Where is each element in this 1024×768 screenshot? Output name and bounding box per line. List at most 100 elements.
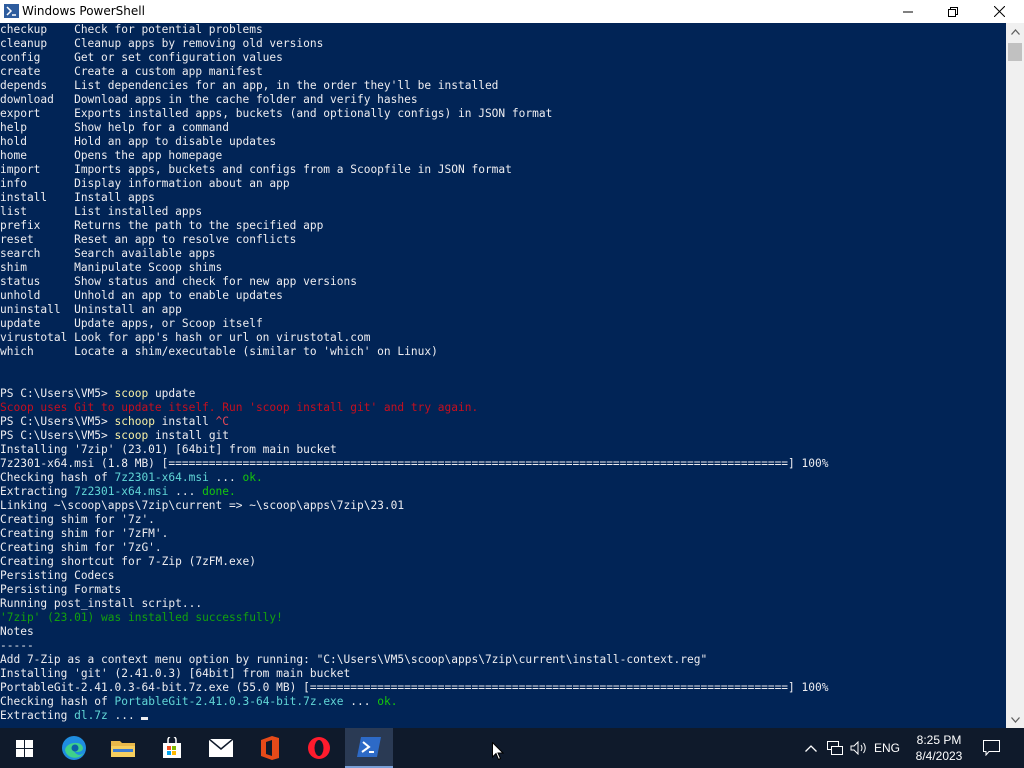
console-text-segment: Persisting Formats (0, 583, 122, 596)
vertical-scrollbar[interactable] (1006, 23, 1024, 728)
console-text-segment: download Download apps in the cache fold… (0, 93, 418, 106)
console-text-segment: Extracting (0, 709, 75, 722)
mail-icon[interactable] (197, 728, 245, 768)
console-line: info Display information about an app (0, 177, 290, 191)
console-line: shim Manipulate Scoop shims (0, 261, 222, 275)
console-text-segment: Linking ~\scoop\apps\7zip\current => ~\s… (0, 499, 405, 512)
console-line: status Show status and check for new app… (0, 275, 357, 289)
window-title: Windows PowerShell (22, 4, 145, 18)
clock[interactable]: 8:25 PM 8/4/2023 (902, 732, 976, 764)
console-text-segment: depends List dependencies for an app, in… (0, 79, 499, 92)
console-line: Scoop uses Git to update itself. Run 'sc… (0, 401, 478, 415)
console-text-segment: Creating shim for '7zG'. (0, 541, 162, 554)
maximize-button[interactable] (930, 0, 976, 23)
console-output[interactable]: checkup Check for potential problems clea… (0, 23, 1006, 728)
console-text-segment: Add 7-Zip as a context menu option by ru… (0, 653, 708, 666)
powershell-icon (357, 737, 381, 757)
console-line: virustotal Look for app's hash or url on… (0, 331, 370, 345)
speaker-icon (850, 741, 866, 755)
console-text-segment: Checking hash of (0, 471, 115, 484)
title-bar[interactable]: Windows PowerShell (0, 0, 1024, 24)
opera-browser-icon (308, 737, 330, 759)
console-text-segment: install Install apps (0, 191, 155, 204)
console-line: Installing 'git' (2.41.0.3) [64bit] from… (0, 667, 350, 681)
console-line: export Exports installed apps, buckets (… (0, 107, 552, 121)
input-language-indicator[interactable]: ENG (872, 728, 902, 768)
console-text-segment: export Exports installed apps, buckets (… (0, 107, 553, 120)
console-line: Installing '7zip' (23.01) [64bit] from m… (0, 443, 337, 457)
console-text-segment: ... (107, 709, 142, 722)
console-line: Creating shim for '7zFM'. (0, 527, 168, 541)
text-cursor (141, 717, 149, 720)
close-icon (993, 6, 1005, 17)
console-text-segment: '7zip' (23.01) was installed successfull… (0, 611, 283, 624)
console-line: download Download apps in the cache fold… (0, 93, 418, 107)
console-line: PortableGit-2.41.0.3-64-bit.7z.exe (55.0… (0, 681, 828, 695)
scrollbar-thumb[interactable] (1008, 43, 1022, 61)
console-text-segment: 7z2301-x64.msi (114, 471, 209, 484)
console-line: help Show help for a command (0, 121, 229, 135)
console-text-segment: PS C:\Users\VM5> (0, 429, 115, 442)
edge-icon[interactable] (50, 728, 98, 768)
console-text-segment: Creating shim for '7zFM'. (0, 527, 169, 540)
file-explorer-icon[interactable] (99, 728, 147, 768)
console-text-segment: Scoop uses Git to update itself. Run 'sc… (0, 401, 479, 414)
folder-icon (111, 741, 135, 757)
console-text-segment: Extracting (0, 485, 75, 498)
console-text-segment: ... (208, 471, 243, 484)
network-icon[interactable] (824, 728, 846, 768)
console-line: Add 7-Zip as a context menu option by ru… (0, 653, 707, 667)
console-line: ----- (0, 639, 34, 653)
store-icon[interactable] (148, 728, 196, 768)
taskbar: ENG 8:25 PM 8/4/2023 (0, 728, 1024, 768)
console-text-segment: 7z2301-x64.msi (74, 485, 169, 498)
console-text-segment: reset Reset an app to resolve conflicts (0, 233, 297, 246)
console-text-segment: info Display information about an app (0, 177, 290, 190)
console-text-segment: search Search available apps (0, 247, 216, 260)
console-text-segment: list List installed apps (0, 205, 203, 218)
show-hidden-icons-button[interactable] (802, 728, 820, 768)
console-text-segment: ... (343, 695, 378, 708)
console-text-segment: Creating shim for '7z'. (0, 513, 155, 526)
console-text-segment: PS C:\Users\VM5> (0, 415, 115, 428)
console-text-segment: import Imports apps, buckets and configs… (0, 163, 512, 176)
powershell-taskbar-button[interactable] (345, 728, 393, 768)
console-text-segment: scoop (114, 387, 149, 400)
console-text-segment: Running post_install script... (0, 597, 203, 610)
console-line: Extracting 7z2301-x64.msi ... done. (0, 485, 236, 499)
action-center-button[interactable] (978, 728, 1004, 768)
volume-icon[interactable] (848, 728, 870, 768)
console-line: unhold Unhold an app to enable updates (0, 289, 283, 303)
console-line: install Install apps (0, 191, 155, 205)
console-text-segment: ... (168, 485, 203, 498)
console-line: reset Reset an app to resolve conflicts (0, 233, 296, 247)
opera-icon[interactable] (295, 728, 343, 768)
console-text-segment: virustotal Look for app's hash or url on… (0, 331, 371, 344)
console-text-segment: cleanup Cleanup apps by removing old ver… (0, 37, 324, 50)
close-button[interactable] (976, 0, 1022, 23)
console-text-segment: hold Hold an app to disable updates (0, 135, 277, 148)
console-text-segment: scoop (114, 429, 149, 442)
office-icon[interactable] (246, 728, 294, 768)
console-text-segment: checkup Check for potential problems (0, 23, 263, 36)
console-text-segment: update Update apps, or Scoop itself (0, 317, 263, 330)
scroll-down-button[interactable] (1006, 711, 1024, 728)
office-logo-icon (261, 736, 279, 760)
console-line: import Imports apps, buckets and configs… (0, 163, 512, 177)
ethernet-icon (826, 741, 843, 755)
scroll-up-button[interactable] (1006, 23, 1024, 40)
console-line: cleanup Cleanup apps by removing old ver… (0, 37, 323, 51)
console-text-segment: ok. (242, 471, 263, 484)
console-line: uninstall Uninstall an app (0, 303, 182, 317)
minimize-button[interactable] (885, 0, 931, 23)
console-line: Creating shim for '7z'. (0, 513, 155, 527)
console-text-segment: schoop (114, 415, 155, 428)
console-line: config Get or set configuration values (0, 51, 283, 65)
console-text-segment: done. (202, 485, 236, 498)
console-line: Running post_install script... (0, 597, 202, 611)
chevron-down-icon (1010, 716, 1020, 723)
start-button[interactable] (0, 728, 48, 768)
console-text-segment: PortableGit-2.41.0.3-64-bit.7z.exe (55.0… (0, 681, 829, 694)
console-text-segment: 7z2301-x64.msi (1.8 MB) [===============… (0, 457, 829, 470)
console-text-segment: update (148, 387, 196, 400)
